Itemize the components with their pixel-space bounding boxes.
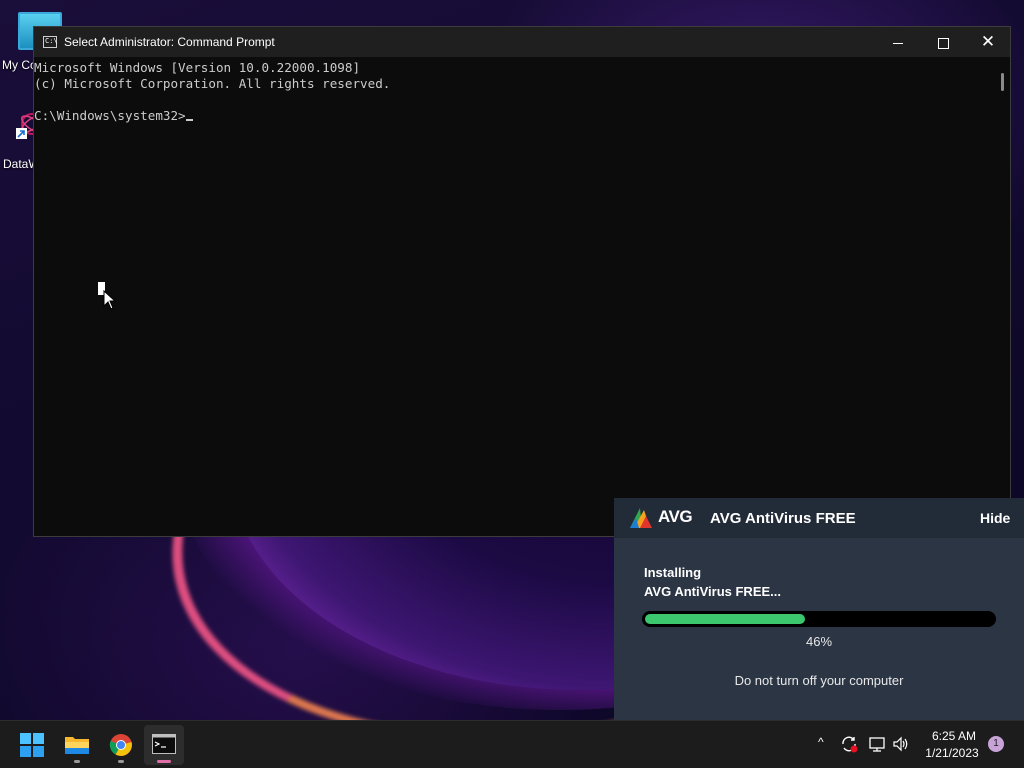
volume-icon[interactable] — [892, 735, 910, 753]
taskbar-file-explorer[interactable] — [57, 725, 97, 765]
maximize-button[interactable] — [920, 27, 966, 57]
avg-logo-icon — [630, 508, 652, 528]
install-product-line: AVG AntiVirus FREE... — [644, 584, 782, 599]
clock-date[interactable]: 1/21/2023 — [919, 746, 985, 760]
clock-time[interactable]: 6:25 AM — [921, 729, 987, 743]
avg-install-notification: AVG AVG AntiVirus FREE Hide Installing A… — [614, 498, 1024, 720]
avg-logo-text: AVG — [658, 507, 693, 526]
command-prompt-icon: C:\ — [43, 36, 58, 48]
command-prompt-window[interactable]: C:\ Select Administrator: Command Prompt… — [33, 26, 1011, 537]
start-button[interactable] — [12, 725, 52, 765]
minimize-icon — [893, 42, 903, 44]
arrow-cursor-icon — [103, 290, 117, 310]
notification-title: AVG AntiVirus FREE — [710, 510, 856, 527]
hide-button[interactable]: Hide — [980, 510, 1010, 526]
install-status-line: Installing — [644, 565, 702, 580]
file-explorer-icon — [65, 737, 89, 754]
chrome-icon — [109, 734, 132, 756]
console-line: (c) Microsoft Corporation. All rights re… — [34, 76, 391, 91]
progress-percent-label: 46% — [805, 634, 833, 649]
network-icon[interactable] — [868, 735, 886, 753]
active-indicator — [157, 760, 171, 763]
install-warning-note: Do not turn off your computer — [734, 673, 904, 688]
install-progress-fill — [645, 614, 805, 624]
console-prompt: C:\Windows\system32> — [34, 108, 186, 123]
window-titlebar[interactable]: C:\ Select Administrator: Command Prompt… — [34, 27, 1010, 57]
close-icon: ✕ — [980, 32, 996, 51]
command-prompt-icon — [152, 734, 176, 754]
running-indicator — [74, 760, 80, 763]
minimize-button[interactable] — [875, 27, 921, 57]
notification-badge[interactable]: 1 — [988, 736, 1004, 752]
maximize-icon — [937, 37, 949, 49]
console-output[interactable]: Microsoft Windows [Version 10.0.22000.10… — [34, 57, 1010, 536]
running-indicator — [118, 760, 124, 763]
taskbar-command-prompt[interactable] — [144, 725, 184, 765]
console-prompt-line[interactable]: C:\Windows\system32> — [34, 108, 1010, 124]
taskbar-chrome[interactable] — [101, 725, 141, 765]
console-line: Microsoft Windows [Version 10.0.22000.10… — [34, 60, 361, 75]
text-cursor — [185, 119, 193, 121]
desktop-icon-label: My Co — [2, 58, 37, 72]
start-icon — [20, 733, 44, 757]
close-button[interactable]: ✕ — [965, 27, 1011, 57]
taskbar: ^ 6:25 AM 1/21/2023 1 — [0, 720, 1024, 768]
window-title: Select Administrator: Command Prompt — [64, 35, 275, 49]
show-hidden-icons-chevron[interactable]: ^ — [818, 735, 824, 749]
vertical-scrollbar[interactable] — [1001, 73, 1004, 91]
notification-header: AVG AVG AntiVirus FREE Hide — [614, 498, 1024, 538]
sync-update-icon[interactable] — [840, 735, 858, 753]
install-progress-bar — [642, 611, 996, 627]
